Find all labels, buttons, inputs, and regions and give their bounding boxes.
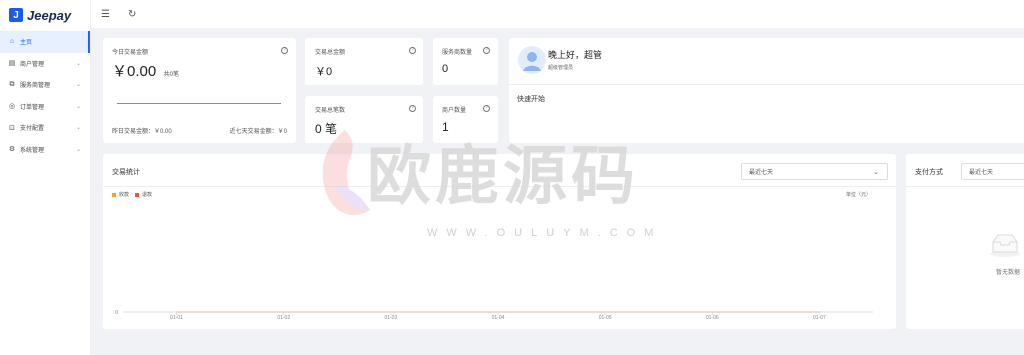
greeting-subtitle: 超级管理员: [548, 65, 574, 71]
sidebar-item-home[interactable]: ⌂ 主页: [0, 31, 90, 53]
greeting-card: 晚上好，超管 超级管理员 快速开始: [509, 38, 1024, 143]
pay-method-title: 支付方式: [915, 169, 943, 176]
greeting-title: 晚上好，超管: [548, 50, 603, 60]
provider-count-label: 服务商数量: [442, 50, 473, 56]
chevron-down-icon: ⌄: [75, 103, 81, 110]
merchant-count-label: 商户数量: [442, 108, 467, 114]
help-icon[interactable]: ?: [483, 47, 490, 54]
help-icon[interactable]: ?: [409, 105, 416, 112]
order-icon: ◎: [8, 103, 16, 111]
total-count-value: 0 笔: [315, 122, 338, 136]
x-tick-label: 01-03: [384, 315, 397, 321]
merchant-count-card: 商户数量 ? 1: [433, 96, 498, 143]
sidebar-item-label: 订单管理: [20, 104, 45, 111]
sidebar-item-label: 商户管理: [20, 61, 45, 68]
total-count-card: 交易总笔数 ? 0 笔: [305, 96, 423, 143]
pay-method-card: 支付方式 最近七天 暂无数据: [906, 154, 1024, 329]
chevron-down-icon: ⌄: [75, 125, 81, 132]
divider: [906, 186, 1024, 187]
payment-config-icon: ⊡: [9, 124, 15, 132]
chevron-down-icon: ⌄: [75, 82, 81, 89]
yesterday-amount: 昨日交易金额：￥0.00: [112, 129, 172, 135]
x-tick-label: 01-01: [170, 315, 183, 321]
divider: [509, 84, 1024, 85]
x-tick-label: 01-02: [277, 315, 290, 321]
x-tick-label: 01-05: [599, 315, 612, 321]
sidebar-item-system[interactable]: ⚙ 系统管理 ⌄: [0, 139, 90, 161]
logo-icon: J: [9, 8, 23, 22]
pay-method-range-select[interactable]: 最近七天: [961, 163, 1024, 180]
x-tick-label: 01-06: [706, 315, 719, 321]
y-tick-label: 0: [115, 310, 118, 316]
x-tick-label: 01-04: [492, 315, 505, 321]
sidebar-item-label: 主页: [20, 40, 33, 47]
sidebar-item-label: 系统管理: [20, 147, 45, 154]
merchant-count-value: 1: [442, 120, 449, 134]
sidebar: J Jeepay ⌂ 主页 ▤ 商户管理 ⌄ ⧉ 服务商管理 ⌄ ◎ 订单管理 …: [0, 0, 91, 355]
help-icon[interactable]: ?: [483, 105, 490, 112]
sidebar-item-providers[interactable]: ⧉ 服务商管理 ⌄: [0, 74, 90, 96]
menu-toggle-icon[interactable]: ☰: [101, 9, 110, 20]
top-bar: ☰ ↻: [91, 0, 1024, 28]
help-icon[interactable]: ?: [281, 47, 288, 54]
avatar: [517, 45, 547, 75]
sidebar-item-orders[interactable]: ◎ 订单管理 ⌄: [0, 96, 90, 118]
refresh-icon[interactable]: ↻: [128, 9, 136, 20]
x-tick-label: 01-07: [813, 315, 826, 321]
sidebar-item-label: 支付配置: [20, 126, 45, 133]
total-amount-card: 交易总金额 ? ￥0: [305, 38, 423, 85]
quick-start-label: 快速开始: [517, 96, 545, 103]
logo[interactable]: J Jeepay: [0, 0, 90, 30]
sidebar-item-payment-config[interactable]: ⊡ 支付配置 ⌄: [0, 117, 90, 139]
empty-text: 暂无数据: [996, 270, 1021, 276]
sidebar-menu: ⌂ 主页 ▤ 商户管理 ⌄ ⧉ 服务商管理 ⌄ ◎ 订单管理 ⌄ ⊡ 支付配置 …: [0, 31, 90, 160]
sidebar-item-merchants[interactable]: ▤ 商户管理 ⌄: [0, 53, 90, 75]
chevron-down-icon: ⌄: [75, 146, 81, 153]
empty-box-icon: [990, 234, 1020, 257]
today-trade-card: 今日交易金额 ? ￥0.00 共0笔 昨日交易金额：￥0.00 近七天交易金额：…: [103, 38, 296, 143]
today-trade-amount: ￥0.00 共0笔: [112, 63, 179, 80]
provider-icon: ⧉: [9, 80, 15, 88]
home-icon: ⌂: [9, 38, 15, 46]
provider-count-card: 服务商数量 ? 0: [433, 38, 498, 85]
sidebar-item-label: 服务商管理: [20, 83, 51, 90]
today-trade-count: 共0笔: [163, 72, 179, 78]
gear-icon: ⚙: [8, 146, 16, 154]
provider-count-value: 0: [442, 63, 449, 75]
store-icon: ▤: [8, 60, 16, 68]
today-trade-label: 今日交易金额: [112, 50, 149, 56]
help-icon[interactable]: ?: [409, 47, 416, 54]
trade-chart: 0 01-01 01-02 01-03 01-04 01-05 01-06 01-07: [115, 310, 873, 321]
last7-amount: 近七天交易金额：￥0: [229, 129, 287, 135]
trade-stats-card: 交易统计 最近七天 ⌄ 收款 退款 单位（元） 0 01-01 01-02 01-03…: [103, 154, 896, 329]
total-count-label: 交易总笔数: [315, 108, 346, 114]
today-trend-line: [117, 103, 281, 104]
chevron-down-icon: ⌄: [75, 60, 81, 67]
pay-method-range-value: 最近七天: [969, 170, 994, 176]
user-avatar-icon: [518, 46, 546, 74]
total-amount-label: 交易总金额: [315, 50, 346, 56]
brand-name: Jeepay: [27, 7, 72, 23]
total-amount-value: ￥0: [315, 66, 333, 78]
